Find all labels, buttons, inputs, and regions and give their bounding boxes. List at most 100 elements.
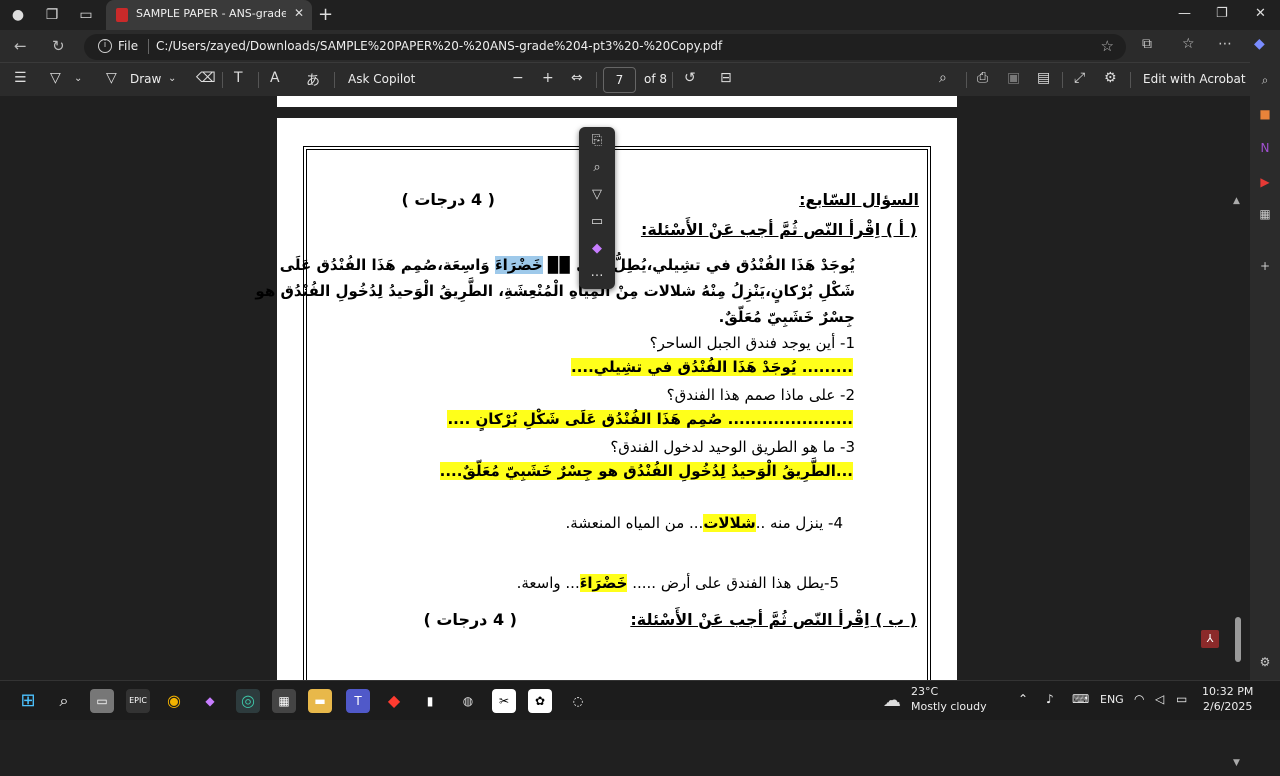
comment-icon[interactable]: ▭ <box>579 214 615 229</box>
back-icon[interactable]: ← <box>14 37 27 55</box>
new-tab-icon[interactable]: + <box>318 4 333 25</box>
search-icon[interactable]: ⌕ <box>939 70 947 86</box>
volume-icon[interactable]: ◁ <box>1155 692 1164 706</box>
tab-pdf[interactable]: SAMPLE PAPER - ANS-grade 4-pt ✕ <box>106 0 312 30</box>
selection-mini-toolbar: ⎘ ⌕ ▽ ▭ ◆ … <box>579 127 615 289</box>
copy-icon[interactable]: ⎘ <box>579 133 615 148</box>
weather-temp[interactable]: 23°C <box>911 685 938 698</box>
sidebar-tools-icon[interactable]: ■ <box>1257 106 1273 122</box>
toolbar-divider <box>672 72 673 88</box>
steam-icon[interactable]: ◍ <box>456 689 480 713</box>
scroll-thumb[interactable] <box>1235 617 1241 662</box>
clock-time[interactable]: 10:32 PM <box>1202 685 1253 698</box>
clock-date[interactable]: 2/6/2025 <box>1203 700 1252 713</box>
paragraph-line-2: شَكْلِ بُرْكانٍ،يَنْزِلُ مِنْهُ شلالات م… <box>255 282 855 300</box>
keyboard-icon[interactable]: ⌨ <box>1072 692 1089 706</box>
microphone-icon[interactable]: ♪ <box>1046 692 1054 706</box>
extensions-icon[interactable]: ⧉ <box>1142 36 1152 52</box>
chrome-icon[interactable]: ◉ <box>162 689 186 713</box>
settings-more-icon[interactable]: ⋯ <box>1218 36 1232 52</box>
highlight-dropdown-icon[interactable]: ⌄ <box>74 73 82 84</box>
paragraph-line-1: يُوجَدْ هَذَا الفُنْدُق في تشِيلي،يُطِلُ… <box>279 256 855 274</box>
chatgpt-icon[interactable]: ✿ <box>528 689 552 713</box>
address-field[interactable]: i File C:/Users/zayed/Downloads/SAMPLE%2… <box>84 34 1126 60</box>
part-a-heading: ( أ ) اِقْرأ النّص ثُمَّ أجب عَنْ الأَسْ… <box>640 220 917 239</box>
fit-page-icon[interactable]: ⇔ <box>571 70 583 86</box>
minimize-icon[interactable]: — <box>1178 6 1191 21</box>
selected-text[interactable]: خَضْرَاءَ <box>494 256 543 274</box>
mini-search-icon[interactable]: ⌕ <box>579 160 615 175</box>
favorites-icon[interactable]: ☆ <box>1182 36 1195 52</box>
sidebar-search-icon[interactable]: ⌕ <box>1257 72 1273 88</box>
mini-highlight-icon[interactable]: ▽ <box>579 187 615 202</box>
draw-icon[interactable]: ▽ <box>106 70 117 86</box>
wifi-icon[interactable]: ◠ <box>1134 692 1144 706</box>
start-icon[interactable]: ⊞ <box>16 689 40 713</box>
app-icon[interactable]: ◆ <box>382 689 406 713</box>
teams-icon[interactable]: T <box>346 689 370 713</box>
tab-actions-icon[interactable]: ▭ <box>76 5 96 25</box>
battery-icon[interactable]: ▭ <box>1176 692 1187 706</box>
media-icon[interactable]: ▮ <box>418 689 442 713</box>
taskbar-search-icon[interactable]: ⌕ <box>52 689 76 713</box>
read-aloud-icon[interactable]: A <box>270 70 280 86</box>
draw-button[interactable]: Draw <box>130 72 161 86</box>
contents-icon[interactable]: ☰ <box>14 70 27 86</box>
page-view-icon[interactable]: ⊟ <box>720 70 732 86</box>
marks-b: ( 4 درجات ) <box>423 610 517 629</box>
answer-2: ...................... صُمِم هَذَا الفُن… <box>447 410 853 428</box>
maximize-icon[interactable]: ❐ <box>1216 6 1228 21</box>
translate-icon[interactable]: あ <box>306 70 320 90</box>
weather-icon[interactable]: ☁ <box>880 689 904 713</box>
onenote-icon[interactable]: N <box>1257 140 1273 156</box>
fullscreen-icon[interactable]: ⤢ <box>1074 70 1085 86</box>
eraser-icon[interactable]: ⌫ <box>196 70 216 86</box>
calculator-icon[interactable]: ▦ <box>1257 206 1273 222</box>
highlight-icon[interactable]: ▽ <box>50 70 61 86</box>
tray-chevron-icon[interactable]: ⌃ <box>1018 692 1028 706</box>
rotate-icon[interactable]: ↺ <box>684 70 696 86</box>
edge-icon[interactable]: ◎ <box>236 689 260 713</box>
ask-copilot-button[interactable]: Ask Copilot <box>348 72 415 86</box>
profile-icon[interactable]: ● <box>8 5 28 25</box>
sidebar-settings-icon[interactable]: ⚙ <box>1257 654 1273 670</box>
acrobat-icon[interactable]: ⅄ <box>1201 630 1219 648</box>
question-5-post: ... واسعة. <box>516 574 580 592</box>
info-icon[interactable]: i <box>98 39 112 53</box>
scroll-up-icon[interactable]: ▲ <box>1233 196 1240 206</box>
pdf-settings-icon[interactable]: ⚙ <box>1104 70 1117 86</box>
capcut-icon[interactable]: ✂ <box>492 689 516 713</box>
close-tab-icon[interactable]: ✕ <box>294 6 304 20</box>
taskbar-copilot-icon[interactable]: ◆ <box>198 689 222 713</box>
more-icon[interactable]: … <box>579 265 615 280</box>
pdf-page[interactable]: السؤال السّابع: ( 4 درجات ) ( أ ) اِقْرأ… <box>255 118 957 706</box>
file-explorer-icon[interactable]: ▬ <box>308 689 332 713</box>
page-number-input[interactable]: 7 <box>603 67 636 93</box>
draw-dropdown-icon[interactable]: ⌄ <box>168 73 176 84</box>
epic-games-icon[interactable]: EPIC <box>126 689 150 713</box>
print-icon[interactable]: ⎙ <box>977 70 988 86</box>
window-close-icon[interactable]: ✕ <box>1255 6 1266 21</box>
store-icon[interactable]: ▦ <box>272 689 296 713</box>
page-total: of 8 <box>644 72 668 86</box>
copilot-icon[interactable]: ◆ <box>1254 36 1265 52</box>
save-icon[interactable]: ▣ <box>1007 70 1020 86</box>
workspaces-icon[interactable]: ❐ <box>42 5 62 25</box>
text-box-icon[interactable]: T <box>234 70 243 86</box>
weather-desc[interactable]: Mostly cloudy <box>911 700 987 713</box>
scroll-down-icon[interactable]: ▼ <box>1233 758 1240 768</box>
pdf-viewer[interactable]: السؤال السّابع: ( 4 درجات ) ( أ ) اِقْرأ… <box>0 96 1246 776</box>
edit-with-acrobat-button[interactable]: Edit with Acrobat <box>1143 72 1246 86</box>
save-as-icon[interactable]: ▤ <box>1037 70 1050 86</box>
pdf-icon <box>116 8 128 22</box>
zoom-in-icon[interactable]: + <box>542 70 554 86</box>
sidebar-add-icon[interactable]: + <box>1257 258 1273 274</box>
zoom-out-icon[interactable]: − <box>512 70 524 86</box>
youtube-icon[interactable]: ▶ <box>1257 174 1273 190</box>
mini-copilot-icon[interactable]: ◆ <box>579 241 615 256</box>
recording-icon[interactable]: ◌ <box>566 689 590 713</box>
task-view-icon[interactable]: ▭ <box>90 689 114 713</box>
refresh-icon[interactable]: ↻ <box>52 37 65 55</box>
favorite-star-icon[interactable]: ☆ <box>1101 37 1114 55</box>
language-indicator[interactable]: ENG <box>1100 693 1124 706</box>
